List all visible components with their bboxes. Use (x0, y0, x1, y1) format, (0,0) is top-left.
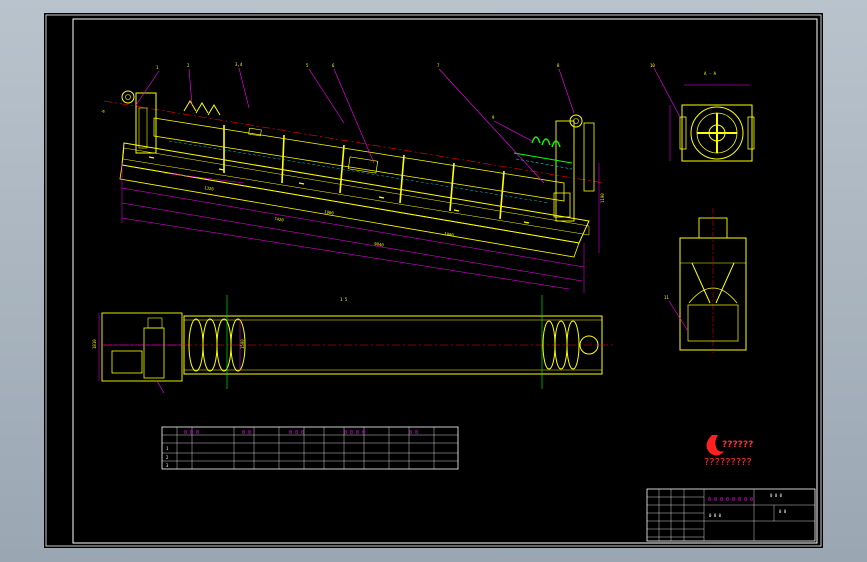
svg-text:6: 6 (332, 63, 335, 68)
svg-text:1190: 1190 (600, 193, 605, 203)
svg-text:10: 10 (650, 63, 655, 68)
svg-text:11: 11 (664, 295, 669, 300)
svg-text:0 0 0: 0 0 0 (770, 493, 783, 498)
side-elevation-view: 1320 1900 1900 7420 9840 1190 1 2 3,4 5 … (101, 62, 605, 293)
logo-mark: ?????? (722, 440, 753, 450)
cad-viewport[interactable]: 1320 1900 1900 7420 9840 1190 1 2 3,4 5 … (44, 13, 823, 548)
parameter-table: 0 0 0 0 0 0 0 0 0 0 0 0 0 0 1 2 3 (161, 426, 459, 470)
plan-view: 1810 1500 1 5 (92, 295, 614, 394)
svg-text:7420: 7420 (274, 216, 285, 223)
svg-text:1: 1 (156, 65, 159, 70)
engineering-drawing: 1320 1900 1900 7420 9840 1190 1 2 3,4 5 … (45, 14, 822, 547)
svg-text:0 0 0: 0 0 0 (709, 513, 722, 518)
section-a-label: A - A (704, 71, 717, 76)
svg-text:0 0: 0 0 (409, 430, 418, 436)
svg-text:1810: 1810 (92, 339, 97, 349)
table-row-number: 1 (166, 446, 169, 451)
svg-text:9840: 9840 (374, 241, 385, 248)
svg-text:0 0 0: 0 0 0 (184, 430, 199, 436)
svg-text:1900: 1900 (444, 231, 455, 238)
svg-text:1500: 1500 (240, 339, 245, 349)
company-logo: ?????? ????????? (704, 435, 753, 468)
svg-text:7: 7 (437, 63, 440, 68)
logo-caption: ????????? (704, 457, 752, 468)
svg-text:8: 8 (557, 63, 560, 68)
svg-text:H: H (101, 108, 107, 113)
table-row-number: 3 (166, 463, 169, 468)
svg-text:1320: 1320 (204, 185, 215, 192)
svg-text:5: 5 (306, 63, 309, 68)
title-block: 0 0 0 0 0 0 0 0 0 0 0 0 0 0 0 0 (646, 488, 816, 542)
svg-text:0 0 0 0 0 0 0 0: 0 0 0 0 0 0 0 0 (708, 497, 753, 503)
svg-text:2: 2 (187, 63, 190, 68)
plan-view-label: 1 5 (340, 297, 348, 302)
svg-text:0 0 0: 0 0 0 (289, 430, 304, 436)
svg-text:3,4: 3,4 (235, 62, 243, 67)
table-row-number: 2 (166, 455, 169, 460)
svg-text:9: 9 (492, 115, 495, 120)
end-view-upper: A - A 10 (650, 63, 755, 162)
svg-text:0 0: 0 0 (242, 430, 251, 436)
svg-text:0 0 0 0: 0 0 0 0 (344, 430, 365, 436)
end-view-lower: 11 (664, 208, 747, 353)
svg-text:0 0: 0 0 (779, 509, 787, 514)
